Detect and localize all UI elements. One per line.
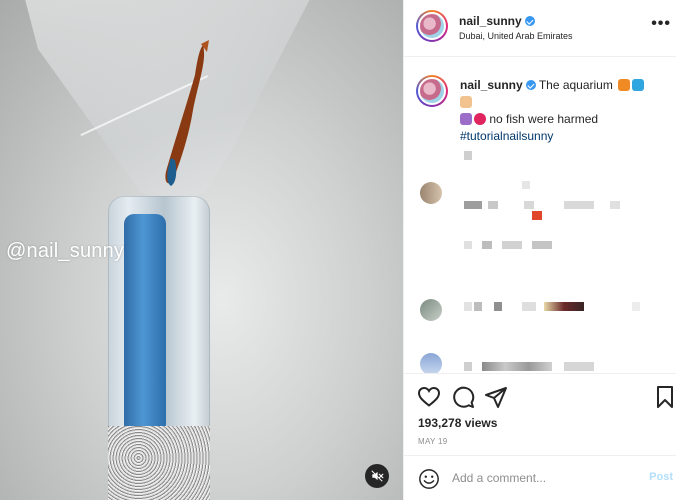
verified-badge-icon <box>525 80 536 90</box>
woman-purple-emoji-icon <box>460 113 472 125</box>
silver-glitter-graphic <box>108 426 210 500</box>
censored-block <box>464 151 472 160</box>
censored-block <box>564 201 594 209</box>
bookmark-icon[interactable] <box>653 385 676 409</box>
censored-block <box>632 302 640 311</box>
speaker-muted-icon <box>371 470 384 482</box>
red-heart-emoji-icon <box>474 113 486 125</box>
post-video[interactable]: @nail_sunny <box>0 0 403 500</box>
post-actions: 193,278 views MAY 19 <box>404 373 676 453</box>
fish-graphic <box>165 40 209 186</box>
censored-block <box>524 201 534 209</box>
censored-block <box>532 211 542 220</box>
comment-avatar[interactable] <box>420 353 442 373</box>
comment-avatar[interactable] <box>420 182 442 204</box>
view-count[interactable]: 193,278 views <box>418 416 497 430</box>
post-button[interactable]: Post <box>649 471 673 483</box>
fish-emoji-icon <box>618 79 631 91</box>
comment-icon[interactable] <box>451 385 475 409</box>
smiley-icon[interactable] <box>418 468 440 490</box>
censored-block <box>464 201 482 209</box>
caption-username[interactable]: nail_sunny <box>460 78 523 92</box>
comments-list[interactable]: nail_sunny The aquarium no fish were har… <box>404 57 676 373</box>
censored-block <box>464 362 472 371</box>
censored-block <box>522 181 530 189</box>
location-link[interactable]: Dubai, United Arab Emirates <box>459 31 573 41</box>
censored-block <box>544 302 584 311</box>
censored-block <box>464 302 472 311</box>
censored-block <box>502 241 522 249</box>
censored-block <box>464 241 472 249</box>
paper-plane-icon[interactable] <box>484 385 508 409</box>
post-header: nail_sunny Dubai, United Arab Emirates •… <box>404 0 676 57</box>
caption-text: nail_sunny The aquarium no fish were har… <box>460 77 665 145</box>
verified-badge-icon <box>524 16 535 26</box>
censored-block <box>564 362 594 371</box>
comment-avatar[interactable] <box>420 299 442 321</box>
add-comment-bar: Post <box>404 455 676 500</box>
censored-block <box>482 241 492 249</box>
comment-input[interactable] <box>452 468 632 488</box>
caption-line2: no fish were harmed <box>489 112 599 126</box>
censored-block <box>532 241 552 249</box>
blue-glitter-graphic <box>124 214 166 434</box>
tropical-fish-emoji-icon <box>632 79 645 91</box>
header-username-row: nail_sunny <box>459 14 535 28</box>
censored-block <box>488 201 498 209</box>
post-date[interactable]: MAY 19 <box>418 437 448 446</box>
censored-block <box>494 302 502 311</box>
censored-block <box>610 201 620 209</box>
caption-avatar[interactable] <box>416 75 448 107</box>
header-username[interactable]: nail_sunny <box>459 14 522 28</box>
censored-block <box>474 302 482 311</box>
censored-block <box>482 362 552 371</box>
hashtag-link[interactable]: #tutorialnailsunny <box>460 129 553 143</box>
video-watermark: @nail_sunny <box>6 240 125 262</box>
heart-icon[interactable] <box>417 385 441 409</box>
mute-button[interactable] <box>365 464 389 488</box>
more-options-button[interactable]: ••• <box>651 15 671 33</box>
post-side-panel: nail_sunny Dubai, United Arab Emirates •… <box>403 0 676 500</box>
avatar[interactable] <box>416 10 448 42</box>
censored-block <box>522 302 536 311</box>
woman-emoji-icon <box>460 96 472 108</box>
caption-line1: The aquarium <box>538 78 613 92</box>
